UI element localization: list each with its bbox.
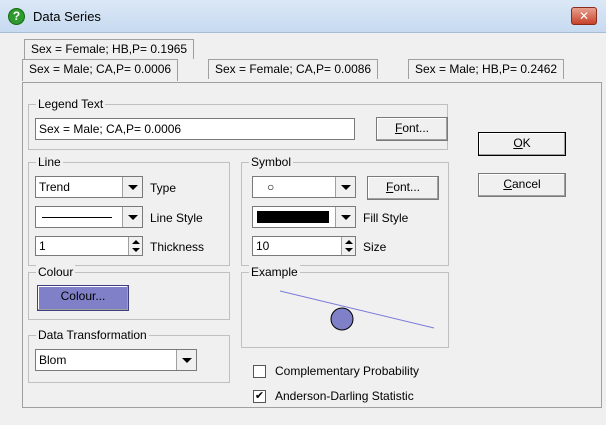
cancel-button-mnemonic: C <box>503 177 512 191</box>
line-thickness-value: 1 <box>39 239 46 253</box>
tab-label: Sex = Male; CA,P= 0.0006 <box>29 62 172 76</box>
line-style-select[interactable] <box>35 206 143 228</box>
symbol-size-value: 10 <box>256 239 270 253</box>
window-title: Data Series <box>33 9 101 24</box>
cancel-button-label: ancel <box>511 177 541 191</box>
line-type-label: Type <box>150 181 177 195</box>
symbol-group-label: Symbol <box>249 155 294 169</box>
line-group-label: Line <box>36 155 63 169</box>
complementary-probability-checkbox[interactable] <box>253 365 266 378</box>
cancel-button[interactable]: Cancel <box>478 173 566 197</box>
ok-button[interactable]: OK <box>478 132 566 156</box>
symbol-value: ○ <box>267 180 275 194</box>
ok-button-mnemonic: O <box>513 136 523 150</box>
chevron-down-icon <box>122 177 142 197</box>
help-icon: ? <box>8 8 25 25</box>
legend-font-button-label: ont... <box>402 121 430 135</box>
example-symbol <box>330 307 354 331</box>
example-line <box>279 290 435 329</box>
chevron-down-icon <box>176 350 196 370</box>
symbol-select[interactable]: ○ <box>252 176 356 198</box>
fill-style-select[interactable] <box>252 206 356 228</box>
line-group: Line Trend Type Line Style 1 Thickness <box>28 155 230 266</box>
colour-button[interactable]: Colour... <box>37 285 129 311</box>
colour-group-label: Colour <box>36 265 76 279</box>
example-preview <box>279 290 435 331</box>
tab-label: Sex = Female; CA,P= 0.0086 <box>215 62 372 76</box>
line-style-preview <box>42 217 112 218</box>
spinner-arrows-icon[interactable] <box>341 237 355 255</box>
symbol-size-spinner[interactable]: 10 <box>252 236 356 256</box>
example-group: Example <box>241 265 449 348</box>
title-bar: ? Data Series ✕ <box>0 0 606 33</box>
data-transformation-group: Data Transformation Blom <box>28 328 230 383</box>
symbol-font-button[interactable]: Font... <box>367 176 439 200</box>
symbol-group: Symbol ○ Font... Fill Style 10 Size <box>241 155 449 266</box>
tab-female-ca[interactable]: Sex = Female; CA,P= 0.0086 <box>208 59 379 79</box>
line-type-value: Trend <box>39 180 70 194</box>
fill-style-label: Fill Style <box>363 211 409 225</box>
tab-label: Sex = Male; HB,P= 0.2462 <box>415 62 558 76</box>
tab-female-hb[interactable]: Sex = Female; HB,P= 0.1965 <box>24 39 195 59</box>
line-style-label: Line Style <box>150 211 203 225</box>
anderson-darling-label: Anderson-Darling Statistic <box>275 389 414 403</box>
colour-group: Colour Colour... <box>28 265 230 320</box>
chevron-down-icon <box>335 207 355 227</box>
tab-label: Sex = Female; HB,P= 0.1965 <box>31 42 188 56</box>
tab-male-ca[interactable]: Sex = Male; CA,P= 0.0006 <box>22 59 179 81</box>
legend-text-group-label: Legend Text <box>36 97 106 111</box>
legend-font-button[interactable]: Font... <box>376 117 448 141</box>
legend-text-group: Legend Text Sex = Male; CA,P= 0.0006 Fon… <box>28 97 448 150</box>
data-transformation-group-label: Data Transformation <box>36 328 149 342</box>
line-thickness-spinner[interactable]: 1 <box>35 236 143 256</box>
symbol-size-label: Size <box>363 240 387 254</box>
legend-text-input[interactable]: Sex = Male; CA,P= 0.0006 <box>35 118 355 140</box>
data-transformation-value: Blom <box>39 353 67 367</box>
tab-male-hb[interactable]: Sex = Male; HB,P= 0.2462 <box>408 59 565 79</box>
spinner-arrows-icon[interactable] <box>128 237 142 255</box>
complementary-probability-label: Complementary Probability <box>275 364 420 378</box>
ok-button-label: K <box>522 136 531 150</box>
chevron-down-icon <box>122 207 142 227</box>
symbol-font-button-label: ont... <box>393 180 421 194</box>
fill-style-preview <box>257 211 329 223</box>
line-type-select[interactable]: Trend <box>35 176 143 198</box>
line-thickness-label: Thickness <box>150 240 205 254</box>
close-icon[interactable]: ✕ <box>571 7 597 25</box>
data-transformation-select[interactable]: Blom <box>35 349 197 371</box>
data-series-dialog: ? Data Series ✕ Sex = Female; HB,P= 0.19… <box>0 0 606 425</box>
chevron-down-icon <box>335 177 355 197</box>
anderson-darling-checkbox[interactable]: ✔ <box>253 390 266 403</box>
